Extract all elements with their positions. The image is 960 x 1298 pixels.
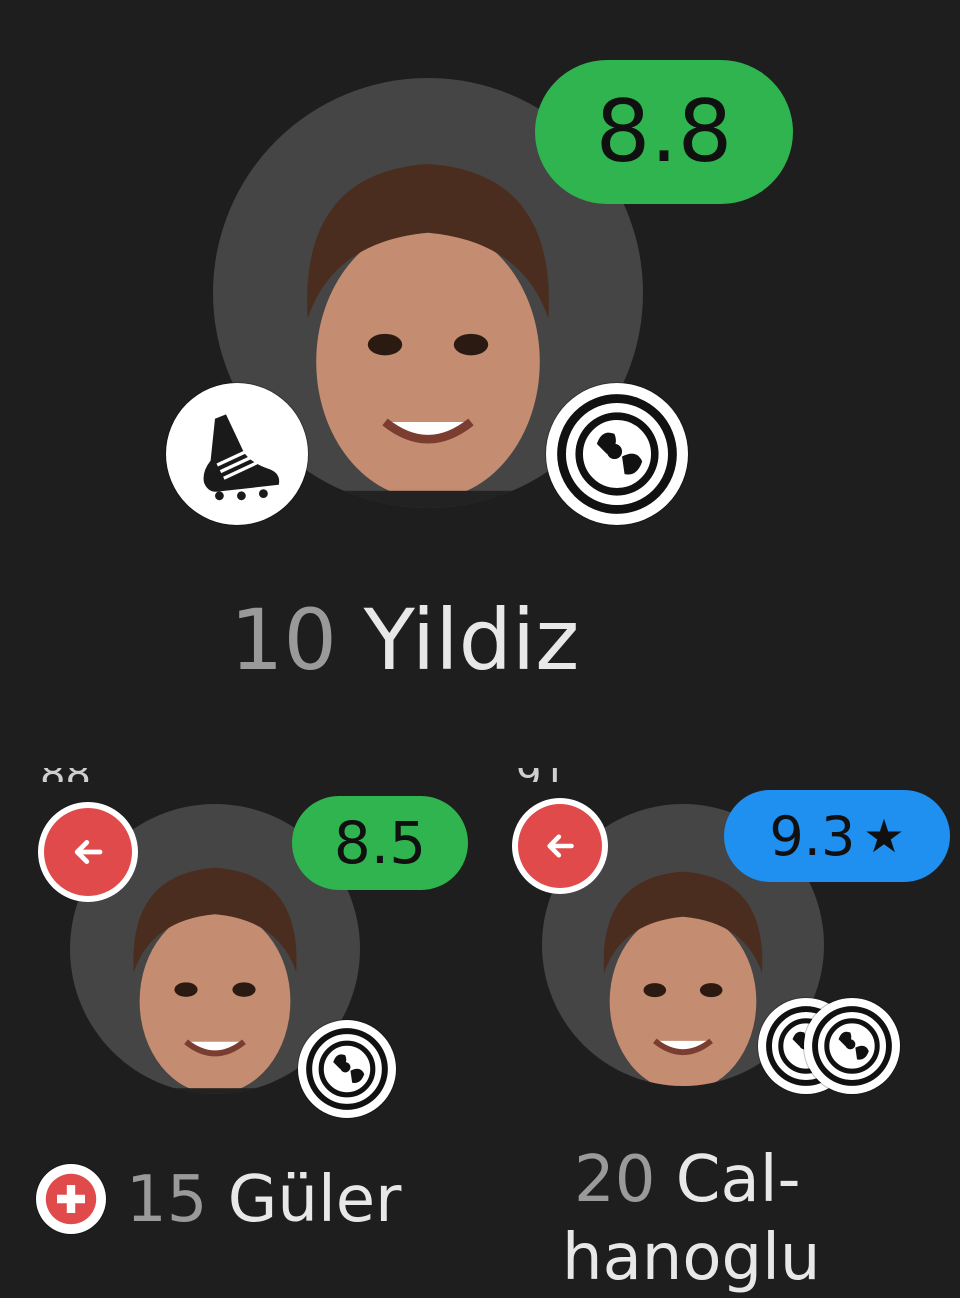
player-name-line-2: hanoglu [562,1218,820,1298]
substitution-out-icon [38,802,138,902]
player-name-line: 20 Cal- [574,1140,801,1220]
shirt-number: 10 [230,591,337,689]
shirt-number: 20 [574,1143,656,1217]
rating-badge: 8.8 [535,60,793,204]
rating-value: 8.5 [333,809,427,877]
partial-player-label: 88 [40,768,100,782]
rating-value: 9.3 [769,804,856,868]
goal-football-icon [804,998,900,1094]
partial-player-label: 91 [516,768,576,782]
star-icon: ★ [863,809,905,863]
rating-value: 8.8 [595,82,733,182]
player-name-line: 15 Güler [126,1160,401,1240]
player-name-line: 10 Yildiz [230,590,579,690]
substitution-out-icon [512,798,608,894]
player-name: Yildiz [363,591,580,689]
player-name-part-1: Cal- [675,1143,801,1217]
goal-football-icon [298,1020,396,1118]
player-calhanoglu[interactable]: 91 9.3 ★ 20 Cal- hanoglu [480,740,960,1295]
injury-cross-icon [36,1164,106,1234]
rating-badge: 9.3 ★ [724,790,950,882]
player-guler[interactable]: 88 8.5 15 Güler [0,740,480,1280]
player-name: Güler [227,1163,402,1237]
boot-icon [166,383,308,525]
rating-badge: 8.5 [292,796,468,890]
shirt-number: 15 [126,1163,208,1237]
player-yildiz[interactable]: 8.8 10 Yildiz [0,0,960,700]
goal-football-icon [546,383,688,525]
player-name-part-2: hanoglu [562,1221,821,1295]
